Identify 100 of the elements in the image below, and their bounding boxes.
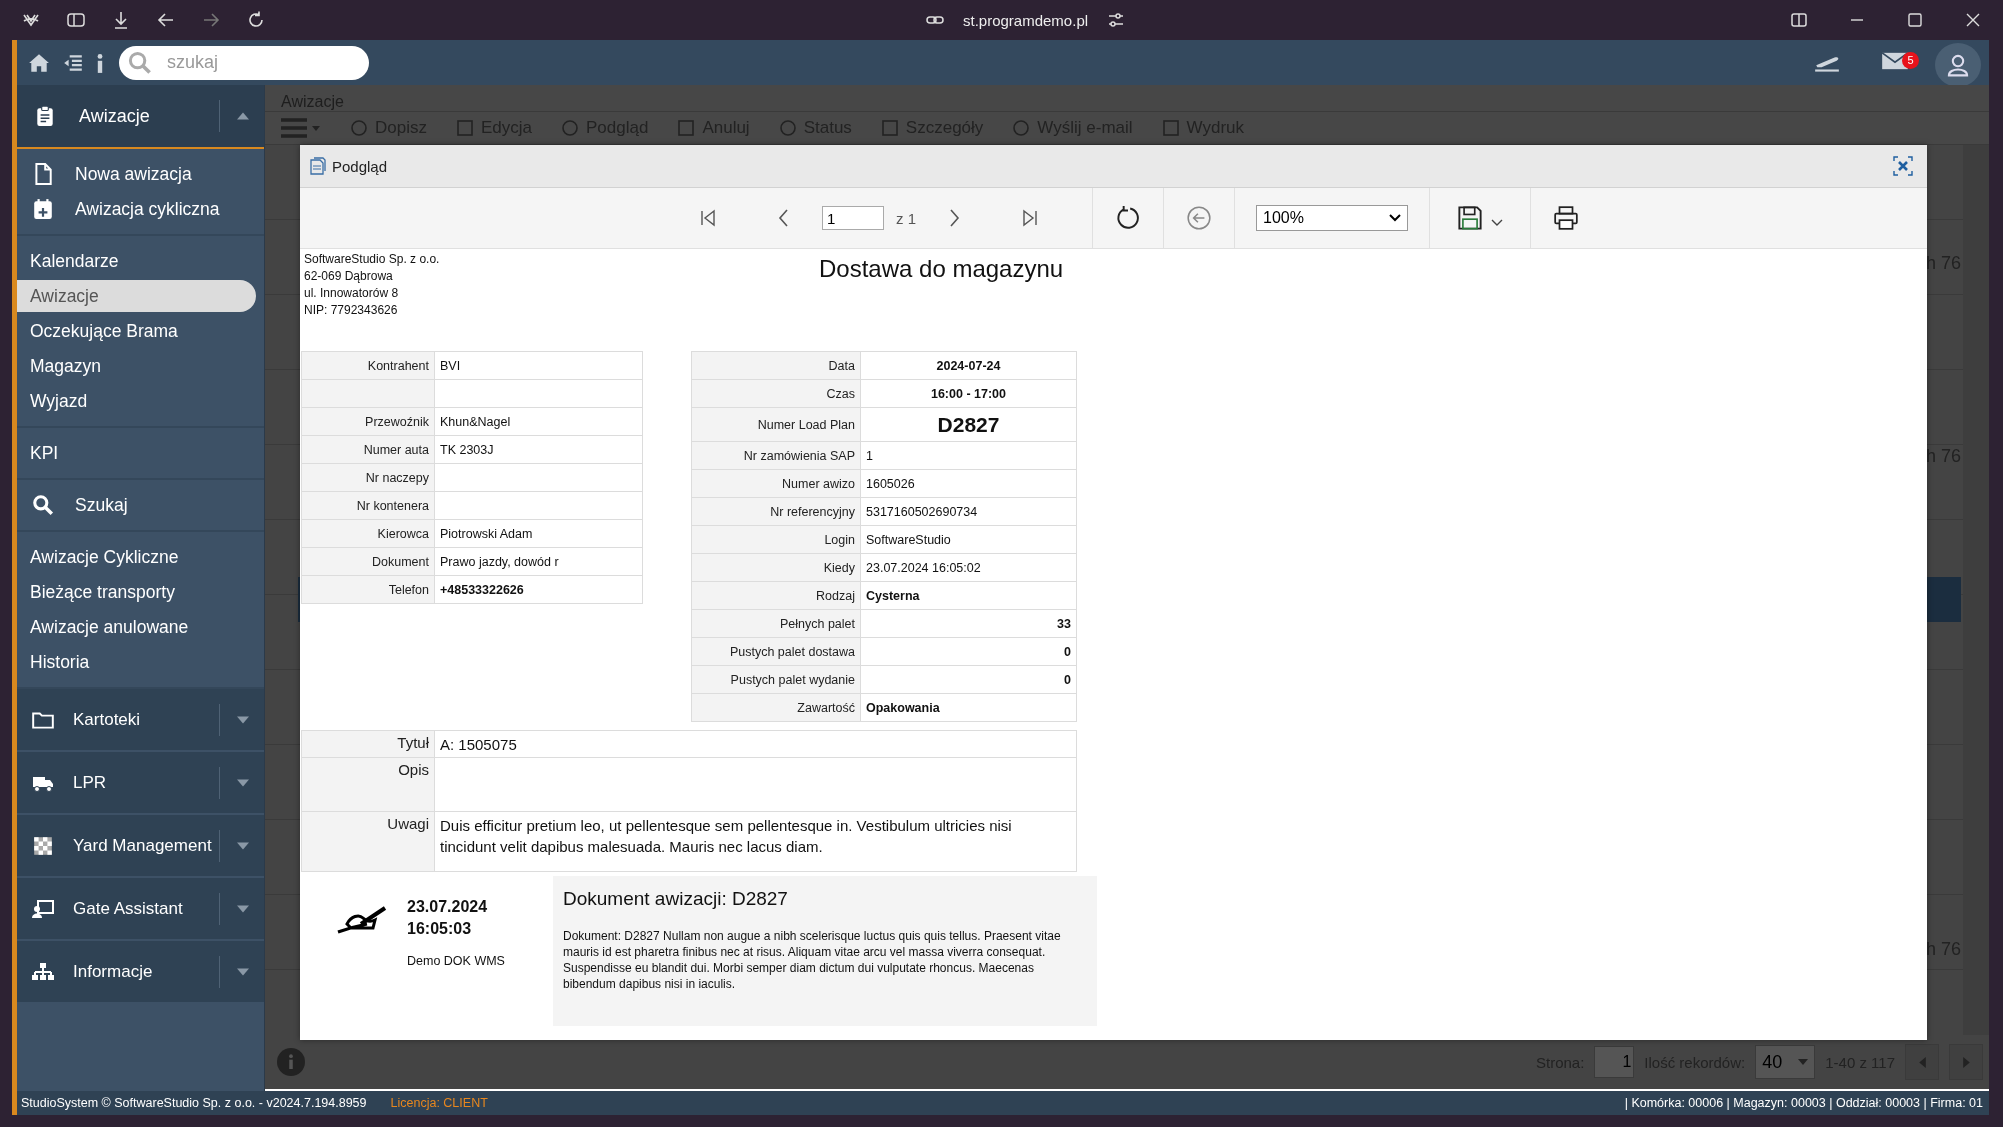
first-page-icon[interactable] [698, 208, 718, 228]
sidebar-section[interactable]: Gate Assistant [17, 878, 264, 941]
refresh-icon[interactable] [1115, 205, 1141, 231]
sidebar-item[interactable]: Kalendarze [17, 245, 256, 277]
field-label: Zawartość [691, 693, 861, 722]
sidebar-item[interactable]: Awizacje anulowane [17, 611, 256, 643]
scrollbar[interactable] [1963, 145, 1989, 1035]
sidebar-item[interactable]: Nowa awizacja [17, 158, 256, 190]
notification-badge: 5 [1902, 51, 1919, 69]
field-value: Duis efficitur pretium leo, ut pellentesque sem pellentesque in. Vestibulum ultricies nisi tincidunt velit dapibus malesuada. Mauris nec lacus diam. [434, 811, 1077, 872]
field-value: 16:00 - 17:00 [860, 379, 1077, 408]
sidebar-section[interactable]: Kartoteki [17, 689, 264, 752]
field-value: 1605026 [860, 469, 1077, 498]
sidebar-item[interactable]: Awizacje Cykliczne [17, 541, 256, 573]
split-view-icon[interactable] [1789, 10, 1809, 30]
company-address: NIP: 7792343626 [304, 302, 399, 319]
field-label: Pustych palet wydanie [691, 665, 861, 694]
field-value: A: 1505075 [434, 730, 1077, 758]
field-value: SoftwareStudio [860, 525, 1077, 554]
user-avatar[interactable] [1935, 42, 1981, 87]
field-value: 1 [860, 441, 1077, 470]
field-label: Przewoźnik [301, 407, 435, 436]
circle-icon [777, 118, 798, 138]
sidebar-item[interactable]: Bieżące transporty [17, 576, 256, 608]
field-label: Czas [691, 379, 861, 408]
field-value: 2024-07-24 [860, 351, 1077, 380]
dialog-title: Podgląd [332, 157, 388, 175]
sidebar-item[interactable]: Oczekujące Brama [17, 315, 256, 347]
field-label: Kontrahent [301, 351, 435, 380]
field-value: 33 [860, 609, 1077, 638]
sidebar-item[interactable]: Magazyn [17, 350, 256, 382]
field-label: Data [691, 351, 861, 380]
circle-icon [1011, 118, 1032, 138]
field-value: D2827 [860, 407, 1077, 442]
field-value: 0 [860, 665, 1077, 694]
print-icon[interactable] [1553, 205, 1579, 231]
sidebar-section[interactable]: Yard Management [17, 815, 264, 878]
page-field[interactable]: 1 [822, 206, 884, 230]
document-title: Dostawa do magazynu [819, 254, 1065, 284]
sidebar-item[interactable]: Wyjazd [17, 385, 256, 417]
person-screen-icon [31, 897, 55, 920]
field-label: Dokument [301, 547, 435, 576]
signature-date: 23.07.2024 [407, 897, 489, 917]
company-address: ul. Innowatorów 8 [304, 285, 400, 302]
field-value: +48533322626 [434, 575, 643, 604]
page-count: z 1 [896, 209, 916, 227]
square-icon [454, 118, 475, 138]
field-label: Kierowca [301, 519, 435, 548]
signature-time: 16:05:03 [407, 919, 473, 939]
field-label: Pełnych palet [691, 609, 861, 638]
search-icon [31, 494, 55, 516]
calendar-plus-icon [31, 198, 55, 220]
reload-icon[interactable] [246, 10, 266, 30]
signature-icon [337, 904, 389, 934]
field-value: BVI [434, 351, 643, 380]
search-field[interactable]: szukaj [119, 45, 369, 80]
maximize-icon[interactable] [1905, 10, 1925, 30]
sidebar-item[interactable]: Awizacje [17, 280, 256, 312]
field-label: Pustych palet dostawa [691, 637, 861, 666]
context-info: | Komórka: 00006 | Magazyn: 00003 | Oddział: 00003 | Firma: 01 [1624, 1096, 1983, 1110]
sidebar-section[interactable]: LPR [17, 752, 264, 815]
copyright-text: StudioSystem © SoftwareStudio Sp. z o.o. - v2024.7.194.8959 [21, 1096, 367, 1110]
sidebar-item[interactable]: Historia [17, 646, 256, 678]
field-value: 0 [860, 637, 1077, 666]
sidebar-item[interactable]: KPI [17, 437, 256, 469]
zoom-select[interactable]: 100% [1256, 205, 1408, 231]
field-value: 5317160502690734 [860, 497, 1077, 526]
sidebar-header[interactable]: Awizacje [17, 85, 264, 149]
field-label: Login [691, 525, 861, 554]
sidebar-section[interactable]: Informacje [17, 941, 264, 1004]
back-circle-icon[interactable] [1186, 205, 1212, 231]
field-value: Opakowania [860, 693, 1077, 722]
address-bar[interactable]: st.programdemo.pl [963, 11, 1089, 29]
last-page-icon[interactable] [1020, 208, 1040, 228]
company-address: SoftwareStudio Sp. z o.o. [304, 251, 441, 268]
info-icon[interactable] [95, 51, 105, 74]
checkerboard-icon [31, 834, 55, 857]
field-label: Nr naczepy [301, 463, 435, 492]
square-icon [676, 118, 697, 138]
close-icon[interactable] [1893, 156, 1913, 176]
field-label: Telefon [301, 575, 435, 604]
search-icon [128, 50, 152, 75]
field-label: Numer auta [301, 435, 435, 464]
field-label: Nr zamówienia SAP [691, 441, 861, 470]
field-label: Nr referencyjny [691, 497, 861, 526]
company-address: 62-069 Dąbrowa [304, 268, 394, 285]
caret-icon [1798, 1059, 1809, 1065]
sidebar-item[interactable]: Awizacja cykliczna [17, 193, 256, 225]
field-label: Kiedy [691, 553, 861, 582]
caret-right-icon [1962, 1056, 1970, 1068]
field-label: Numer awizo [691, 469, 861, 498]
field-value: Khun&Nagel [434, 407, 643, 436]
chevron-down-icon [1491, 219, 1503, 227]
field-value: 23.07.2024 16:05:02 [860, 553, 1077, 582]
field-value: Piotrowski Adam [434, 519, 643, 548]
sidebar-item[interactable]: Szukaj [17, 489, 256, 521]
sidebar-toggle-icon[interactable] [66, 10, 86, 30]
sitemap-icon [31, 960, 55, 983]
caret-left-icon [1918, 1056, 1926, 1068]
field-value: Cysterna [860, 581, 1077, 610]
